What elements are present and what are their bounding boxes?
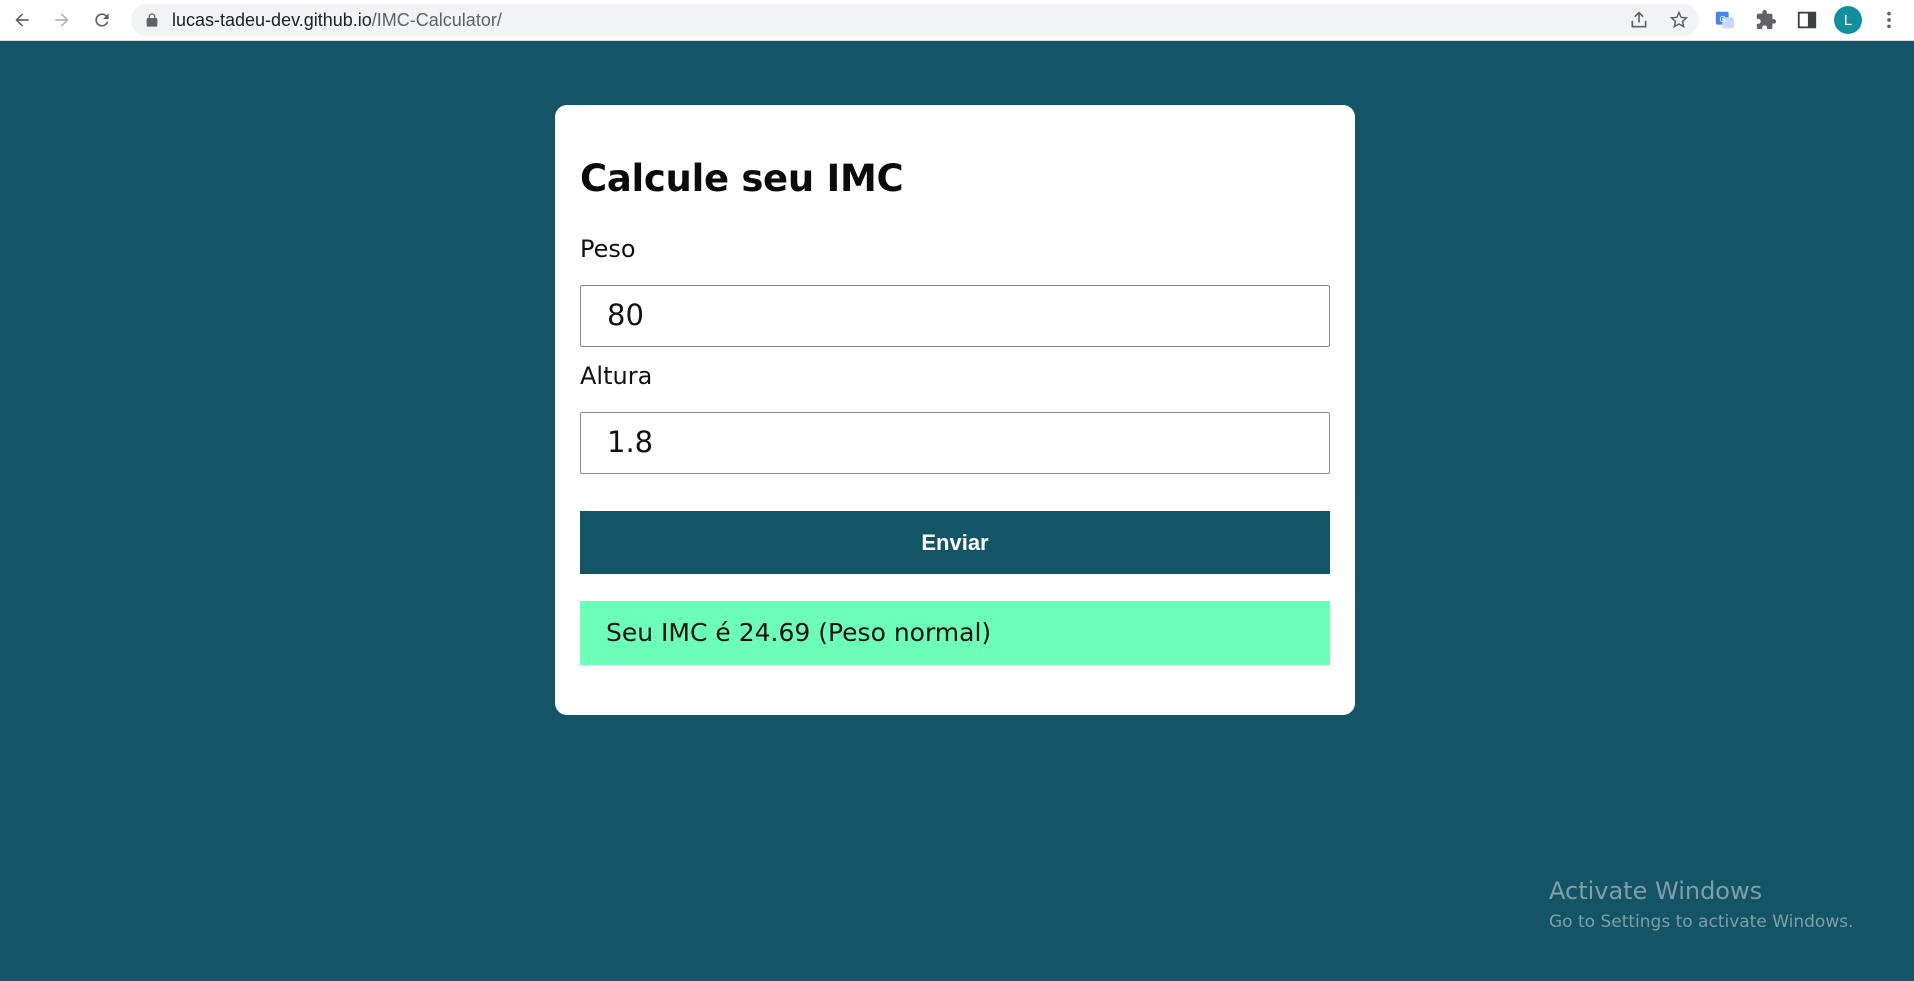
bookmark-star-icon bbox=[1669, 10, 1689, 29]
address-bar[interactable]: lucas-tadeu-dev.github.io/IMC-Calculator… bbox=[131, 4, 1699, 36]
reload-button[interactable] bbox=[89, 7, 115, 33]
url-text: lucas-tadeu-dev.github.io/IMC-Calculator… bbox=[172, 4, 502, 36]
lock-icon bbox=[146, 13, 158, 27]
share-button[interactable] bbox=[1628, 9, 1650, 31]
result-message: Seu IMC é 24.69 (Peso normal) bbox=[580, 601, 1330, 665]
watermark-title: Activate Windows bbox=[1549, 877, 1763, 905]
height-input[interactable]: 1.8 bbox=[580, 412, 1330, 474]
submit-button[interactable]: Enviar bbox=[580, 511, 1330, 574]
browser-menu-button[interactable] bbox=[1877, 8, 1901, 32]
height-label: Altura bbox=[580, 362, 653, 390]
side-panel-button[interactable] bbox=[1795, 8, 1819, 32]
url-path: /IMC-Calculator/ bbox=[371, 10, 502, 30]
bookmark-button[interactable] bbox=[1668, 9, 1690, 31]
menu-icon bbox=[1887, 11, 1891, 29]
back-button[interactable] bbox=[9, 7, 35, 33]
browser-toolbar: lucas-tadeu-dev.github.io/IMC-Calculator… bbox=[0, 0, 1914, 41]
share-icon bbox=[1631, 11, 1647, 28]
translate-button[interactable]: G bbox=[1713, 8, 1737, 32]
forward-button[interactable] bbox=[49, 7, 75, 33]
weight-label: Peso bbox=[580, 235, 636, 263]
url-host: lucas-tadeu-dev.github.io bbox=[172, 10, 372, 30]
extensions-button[interactable] bbox=[1754, 8, 1778, 32]
profile-avatar[interactable]: L bbox=[1834, 6, 1862, 34]
extensions-icon bbox=[1756, 9, 1777, 30]
back-icon bbox=[15, 13, 29, 27]
svg-text:G: G bbox=[1720, 15, 1726, 24]
reload-icon bbox=[95, 13, 109, 27]
page-title: Calcule seu IMC bbox=[580, 157, 904, 200]
translate-icon: G bbox=[1715, 11, 1735, 29]
forward-icon bbox=[55, 13, 69, 27]
side-panel-icon bbox=[1797, 11, 1817, 29]
watermark-subtitle: Go to Settings to activate Windows. bbox=[1549, 912, 1854, 932]
imc-card: Calcule seu IMC Peso 80 Altura 1.8 Envia… bbox=[555, 105, 1355, 715]
weight-input[interactable]: 80 bbox=[580, 285, 1330, 347]
